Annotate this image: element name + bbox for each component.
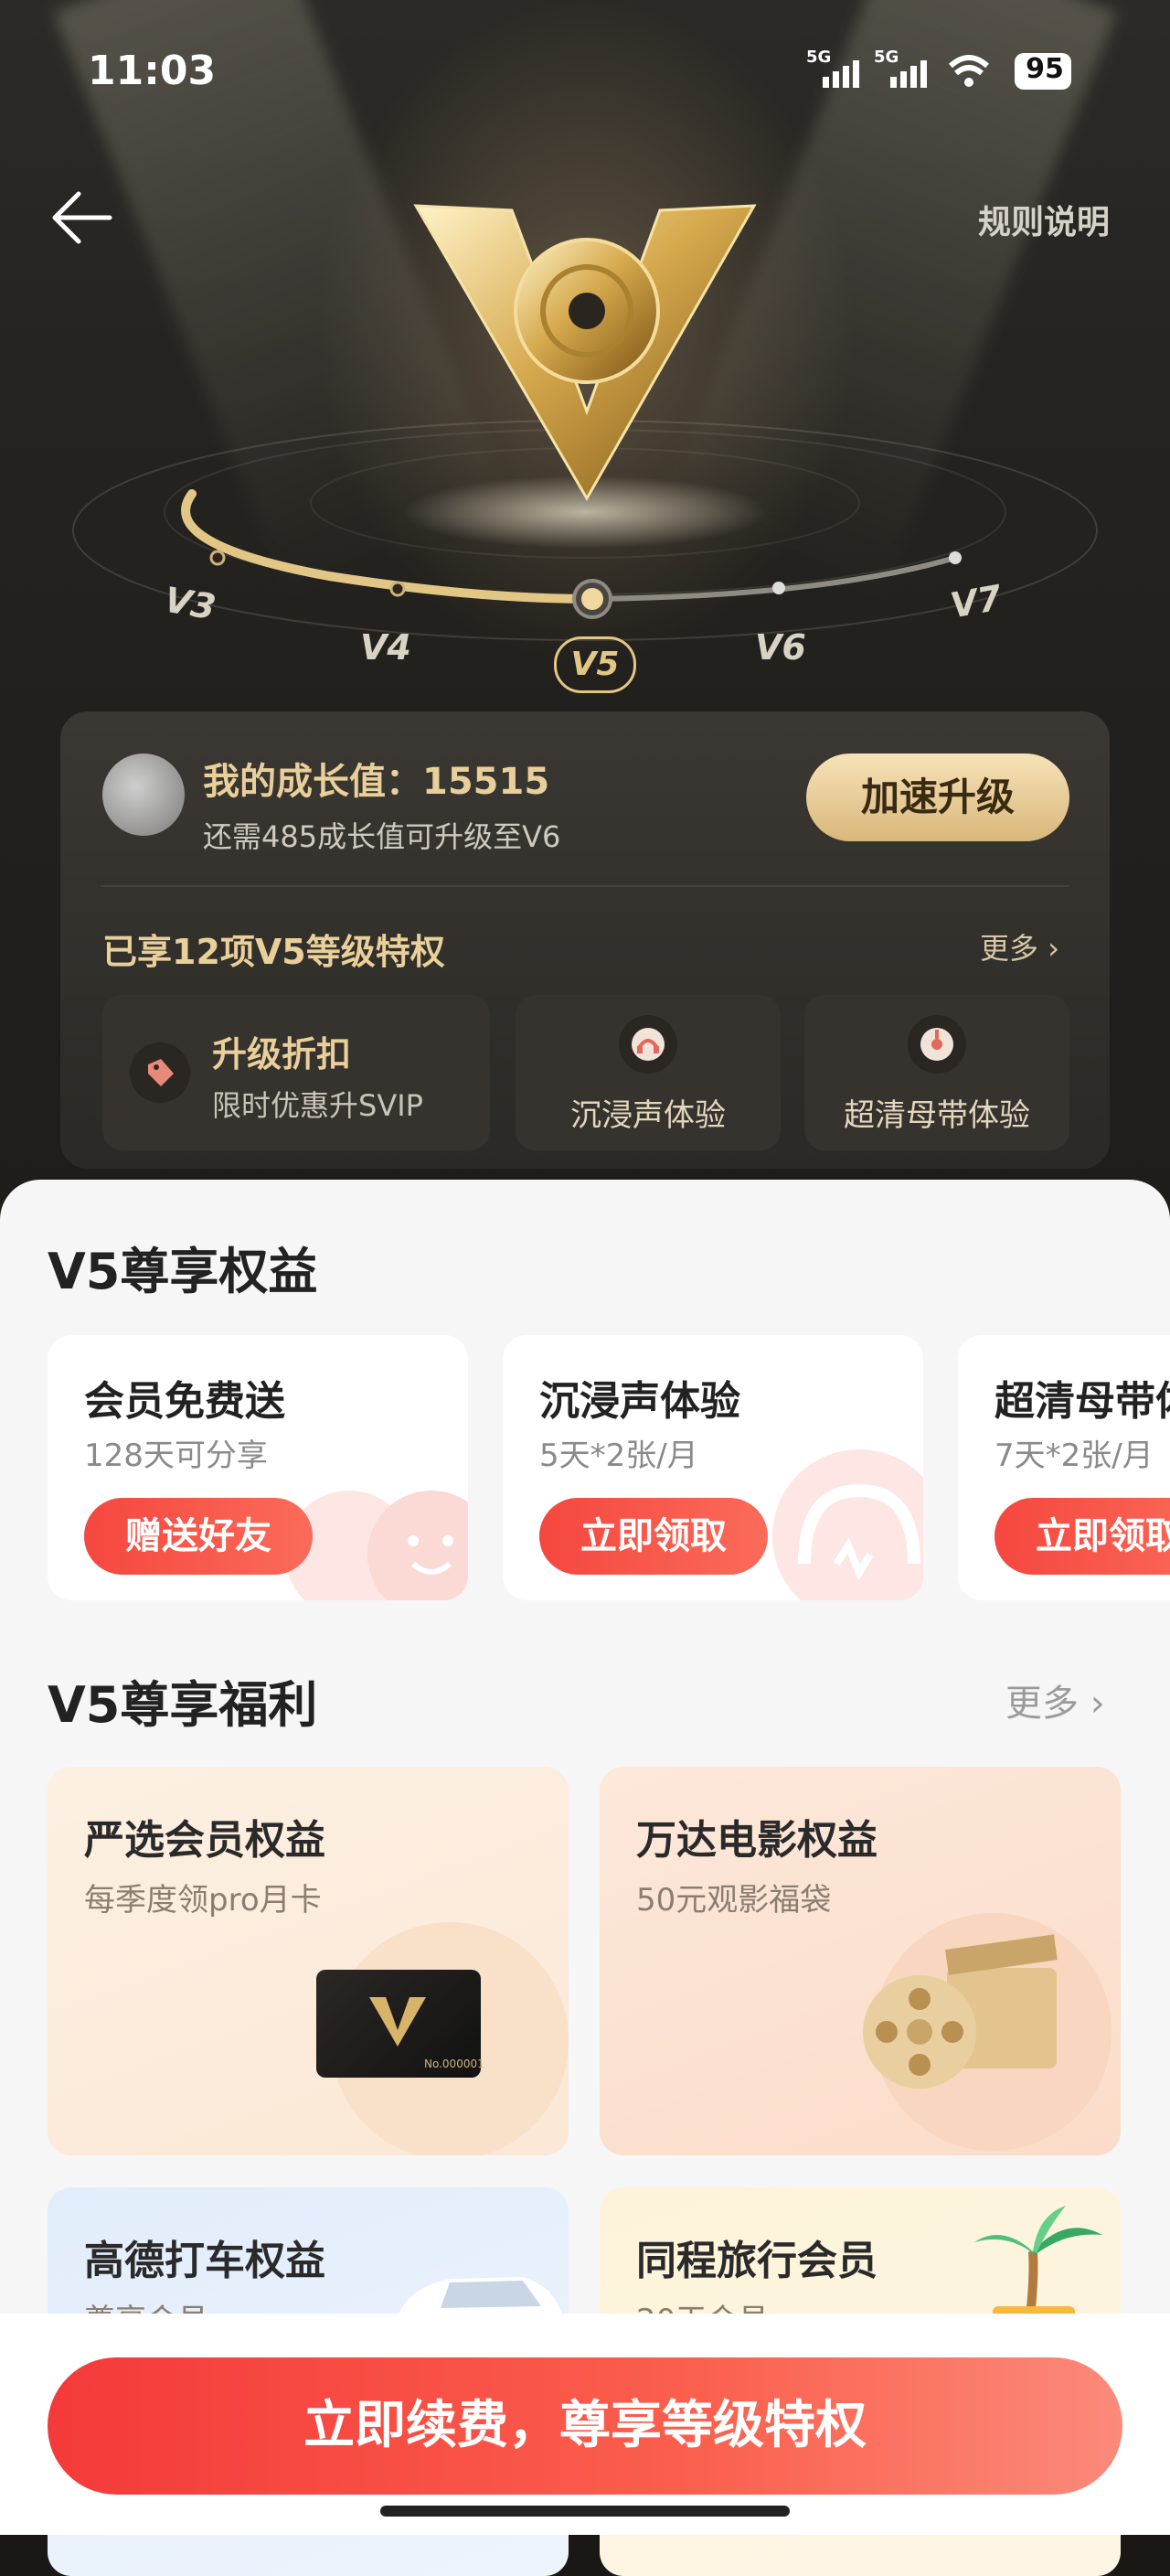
right-card-gift-membership[interactable]: 会员免费送 128天可分享 赠送好友 [48,1335,468,1600]
level-v6: V6 [755,627,806,668]
perk-upgrade-discount[interactable]: 升级折扣 限时优惠升SVIP [102,995,490,1150]
film-reel-icon [863,1934,1058,2089]
perk-title: 超清母带体验 [844,1097,1030,1134]
claim-button[interactable]: 立即领取 [539,1498,768,1575]
headphones-icon [619,1015,677,1074]
right-title: 超清母带体验 [994,1378,1170,1425]
right-card-master-quality[interactable]: 超清母带体验 7天*2张/月 立即领取 [958,1335,1170,1600]
welfare-subtitle: 50元观影福袋 [636,1882,832,1919]
headphones-icon [772,1449,923,1600]
welfare-card-yanxuan[interactable]: No.000001 严选会员权益 每季度领pro月卡 [48,1767,569,2155]
level-v4: V4 [360,627,411,668]
card-number: No.000001 [424,2058,484,2070]
growth-card: 我的成长值：15515 还需485成长值可升级至V6 加速升级 已享12项V5等… [60,711,1110,1169]
member-card-image: No.000001 [316,1970,484,2078]
welfare-card-wanda[interactable]: 万达电影权益 50元观影福袋 [600,1767,1121,2155]
chevron-right-icon: › [1079,1683,1105,1725]
welfare-more-link[interactable]: 更多 › [1005,1673,1105,1726]
right-title: 沉浸声体验 [539,1378,740,1425]
privileges-title: 已享12项V5等级特权 [102,932,445,972]
gift-friend-button[interactable]: 赠送好友 [84,1498,313,1575]
home-indicator [380,2506,790,2517]
claim-button[interactable]: 立即领取 [994,1498,1170,1575]
perk-title: 沉浸声体验 [570,1097,726,1134]
svg-text:5G: 5G [874,48,899,67]
avatar[interactable] [102,754,185,836]
right-subtitle: 128天可分享 [84,1438,268,1474]
level-current-v5: V5 [554,636,636,693]
growth-label: 我的成长值： [203,761,422,803]
perk-immersive-audio[interactable]: 沉浸声体验 [516,995,781,1150]
renew-button[interactable]: 立即续费，尊享等级特权 [48,2357,1122,2495]
tag-icon [130,1042,190,1103]
chevron-right-icon: › [1038,931,1059,966]
perk-subtitle: 限时优惠升SVIP [212,1088,423,1123]
welfare-title: V5尊享福利 [48,1676,318,1734]
smiley-icon [285,1491,468,1600]
perk-master-quality[interactable]: 超清母带体验 [804,995,1069,1150]
speedup-button[interactable]: 加速升级 [806,754,1069,841]
level-v3: V3 [161,579,219,628]
growth-value: 15515 [422,761,550,803]
level-hero: 11:03 5G 5G 95 规则说明 V3 V4 V5 V6 V7 我的成长值… [0,0,1170,1216]
more-label: 更多 [980,931,1039,966]
disc-icon [908,1015,966,1074]
right-subtitle: 7天*2张/月 [994,1438,1154,1474]
rights-scroller[interactable]: 会员免费送 128天可分享 赠送好友 沉浸声体验 5天*2张/月 立即领取 超清… [0,1180,1170,1619]
bottom-action-bar: 立即续费，尊享等级特权 [0,2314,1170,2535]
divider [101,885,1069,887]
right-subtitle: 5天*2张/月 [539,1438,698,1474]
svg-text:5G: 5G [806,48,831,67]
growth-value-line: 我的成长值：15515 [203,752,549,805]
welfare-subtitle: 每季度领pro月卡 [84,1882,322,1919]
welfare-title: 严选会员权益 [84,1817,325,1864]
growth-hint: 还需485成长值可升级至V6 [203,819,561,854]
v-logo-icon [369,1997,426,2047]
right-card-immersive-audio[interactable]: 沉浸声体验 5天*2张/月 立即领取 [503,1335,923,1600]
more-label: 更多 [1005,1683,1079,1725]
privileges-more-link[interactable]: 更多 › [980,925,1059,967]
battery-level: 95 [1026,53,1064,85]
perk-title: 升级折扣 [212,1034,352,1074]
welfare-title: 高德打车权益 [84,2238,325,2284]
right-title: 会员免费送 [84,1378,285,1425]
status-icons: 5G 5G 95 [804,46,1079,97]
welfare-title: 万达电影权益 [636,1817,878,1864]
welfare-title: 同程旅行会员 [636,2238,878,2284]
status-time: 11:03 [88,48,217,94]
